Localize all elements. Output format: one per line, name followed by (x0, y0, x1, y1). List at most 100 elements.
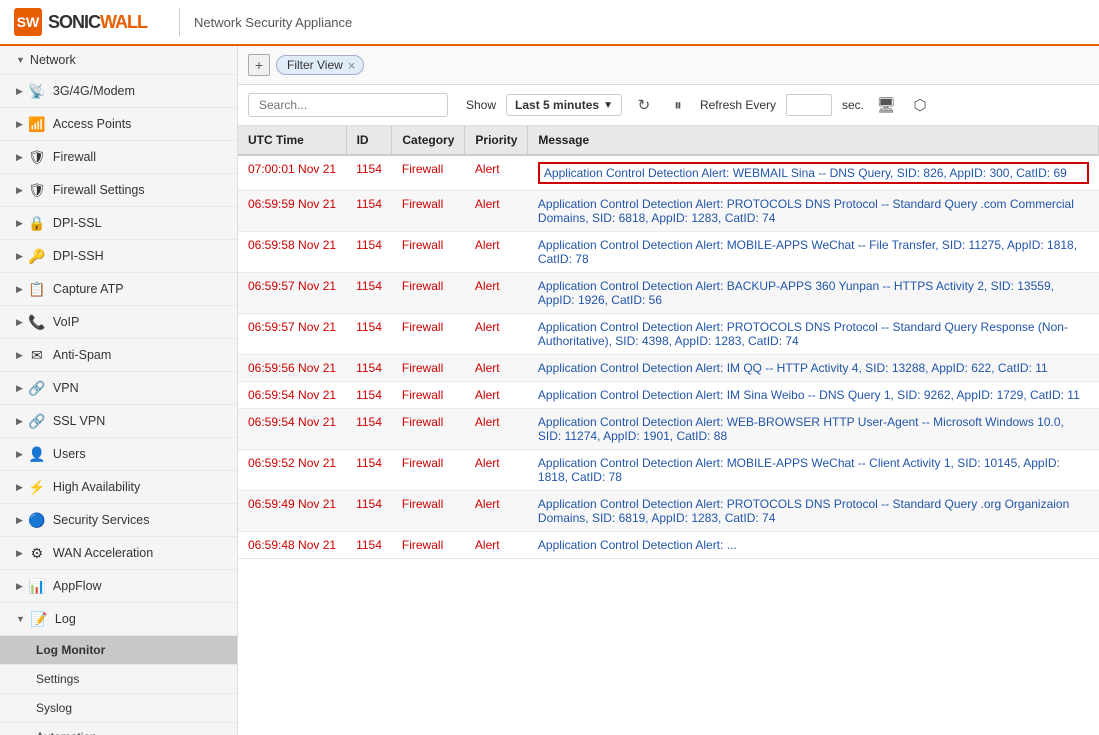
table-row[interactable]: 06:59:54 Nov 211154FirewallAlertApplicat… (238, 409, 1099, 450)
sidebar-item-access-points[interactable]: ▶📶Access Points (0, 108, 237, 141)
security-icon: 🔵 (28, 511, 46, 529)
sidebar-item-label: VPN (53, 381, 79, 395)
cell-time: 06:59:54 Nov 21 (238, 382, 346, 409)
filter-add-button[interactable]: + (248, 54, 270, 76)
fw-settings-icon: 🛡 (28, 181, 46, 199)
table-row[interactable]: 06:59:56 Nov 211154FirewallAlertApplicat… (238, 355, 1099, 382)
cell-priority: Alert (465, 273, 528, 314)
sidebar-item-label: Firewall Settings (53, 183, 145, 197)
pause-icon-button[interactable]: ⏸ (666, 93, 690, 117)
arrow-icon: ▶ (16, 383, 23, 394)
cell-time: 06:59:57 Nov 21 (238, 273, 346, 314)
sidebar-item-vpn[interactable]: ▶ 🔗 VPN (0, 372, 237, 405)
vpn-icon: 🔗 (28, 379, 46, 397)
sidebar-item-appflow[interactable]: ▶📊AppFlow (0, 570, 237, 603)
arrow-icon: ▼ (16, 55, 25, 65)
table-row[interactable]: 06:59:52 Nov 211154FirewallAlertApplicat… (238, 450, 1099, 491)
sidebar-item-voip[interactable]: ▶📞VoIP (0, 306, 237, 339)
table-row[interactable]: 06:59:57 Nov 211154FirewallAlertApplicat… (238, 314, 1099, 355)
cell-message: Application Control Detection Alert: PRO… (528, 314, 1099, 355)
appflow-icon: 📊 (28, 577, 46, 595)
logo: SW SONICWALL (14, 8, 147, 36)
cell-id: 1154 (346, 191, 392, 232)
time-select[interactable]: Last 5 minutes ▼ (506, 94, 622, 116)
arrow-icon: ▶ (16, 317, 23, 328)
arrow-icon: ▶ (16, 119, 23, 130)
sidebar-item-users[interactable]: ▶👤Users (0, 438, 237, 471)
table-row[interactable]: 06:59:48 Nov 211154FirewallAlertApplicat… (238, 532, 1099, 559)
sslvpn-icon: 🔗 (28, 412, 46, 430)
table-row[interactable]: 07:00:01 Nov 211154FirewallAlertApplicat… (238, 155, 1099, 191)
sidebar-item-settings[interactable]: Settings (0, 665, 237, 694)
cell-priority: Alert (465, 232, 528, 273)
sidebar-item-network[interactable]: ▼Network (0, 46, 237, 75)
filter-tag-label: Filter View (287, 58, 343, 72)
cell-priority: Alert (465, 355, 528, 382)
table-row[interactable]: 06:59:57 Nov 211154FirewallAlertApplicat… (238, 273, 1099, 314)
sidebar-item-label: Access Points (53, 117, 132, 131)
arrow-icon: ▶ (16, 350, 23, 361)
sidebar-item-modem[interactable]: ▶📡3G/4G/Modem (0, 75, 237, 108)
cell-time: 06:59:49 Nov 21 (238, 491, 346, 532)
show-label: Show (466, 98, 496, 112)
cell-message: Application Control Detection Alert: MOB… (528, 450, 1099, 491)
arrow-icon: ▶ (16, 86, 23, 97)
export-icon-button[interactable]: ⬡ (908, 93, 932, 117)
arrow-icon: ▶ (16, 152, 23, 163)
cell-id: 1154 (346, 155, 392, 191)
table-wrapper: UTC Time ID Category Priority Message 07… (238, 126, 1099, 735)
cell-message: Application Control Detection Alert: WEB… (528, 155, 1099, 191)
sidebar-item-wan-acceleration[interactable]: ▶⚙WAN Acceleration (0, 537, 237, 570)
time-value: Last 5 minutes (515, 98, 599, 112)
sidebar-item-label: SSL VPN (53, 414, 105, 428)
sidebar-item-log-monitor[interactable]: Log Monitor (0, 636, 237, 665)
sidebar-item-label: Capture ATP (53, 282, 124, 296)
toolbar: Show Last 5 minutes ▼ ↻ ⏸ Refresh Every … (238, 85, 1099, 126)
table-row[interactable]: 06:59:58 Nov 211154FirewallAlertApplicat… (238, 232, 1099, 273)
header-title: Network Security Appliance (194, 15, 352, 30)
arrow-icon: ▶ (16, 449, 23, 460)
sidebar-item-ssl-vpn[interactable]: ▶🔗SSL VPN (0, 405, 237, 438)
search-input[interactable] (248, 93, 448, 117)
time-dropdown-icon: ▼ (603, 100, 613, 111)
cell-category: Firewall (392, 273, 465, 314)
sidebar-item-label: WAN Acceleration (53, 546, 153, 560)
sidebar-item-security-services[interactable]: ▶🔵Security Services (0, 504, 237, 537)
sidebar-item-anti-spam[interactable]: ▶✉Anti-Spam (0, 339, 237, 372)
log-icon: 📝 (30, 610, 48, 628)
header: SW SONICWALL Network Security Appliance (0, 0, 1099, 46)
sidebar-item-dpi-ssh[interactable]: ▶🔑DPI-SSH (0, 240, 237, 273)
cell-priority: Alert (465, 314, 528, 355)
arrow-icon: ▶ (16, 251, 23, 262)
table-row[interactable]: 06:59:54 Nov 211154FirewallAlertApplicat… (238, 382, 1099, 409)
table-row[interactable]: 06:59:59 Nov 211154FirewallAlertApplicat… (238, 191, 1099, 232)
cell-priority: Alert (465, 491, 528, 532)
display-icon-button[interactable]: 🖥 (874, 93, 898, 117)
sidebar-item-automation[interactable]: Automation (0, 723, 237, 735)
sidebar-item-firewall-settings[interactable]: ▶🛡Firewall Settings (0, 174, 237, 207)
cell-priority: Alert (465, 191, 528, 232)
sidebar-item-high-availability[interactable]: ▶⚡High Availability (0, 471, 237, 504)
sidebar-item-label: High Availability (53, 480, 140, 494)
col-utc-time: UTC Time (238, 126, 346, 155)
refresh-icon-button[interactable]: ↻ (632, 93, 656, 117)
col-id: ID (346, 126, 392, 155)
arrow-icon: ▶ (16, 548, 23, 559)
sidebar-item-syslog[interactable]: Syslog (0, 694, 237, 723)
arrow-icon: ▶ (16, 482, 23, 493)
sidebar-item-label: Anti-Spam (53, 348, 111, 362)
cell-time: 06:59:56 Nov 21 (238, 355, 346, 382)
cell-priority: Alert (465, 409, 528, 450)
highlighted-message: Application Control Detection Alert: WEB… (538, 162, 1089, 184)
filter-tag-close[interactable]: × (348, 59, 356, 72)
refresh-interval-input[interactable]: 600 (786, 94, 832, 116)
sidebar-item-label: Automation (36, 730, 97, 735)
sidebar-item-firewall[interactable]: ▶🛡Firewall (0, 141, 237, 174)
dpi-ssh-icon: 🔑 (28, 247, 46, 265)
cell-time: 06:59:54 Nov 21 (238, 409, 346, 450)
table-row[interactable]: 06:59:49 Nov 211154FirewallAlertApplicat… (238, 491, 1099, 532)
sidebar-item-label: VoIP (53, 315, 79, 329)
sidebar-item-log[interactable]: ▼📝Log (0, 603, 237, 636)
sidebar-item-capture-atp[interactable]: ▶📋Capture ATP (0, 273, 237, 306)
sidebar-item-dpi-ssl[interactable]: ▶🔒DPI-SSL (0, 207, 237, 240)
